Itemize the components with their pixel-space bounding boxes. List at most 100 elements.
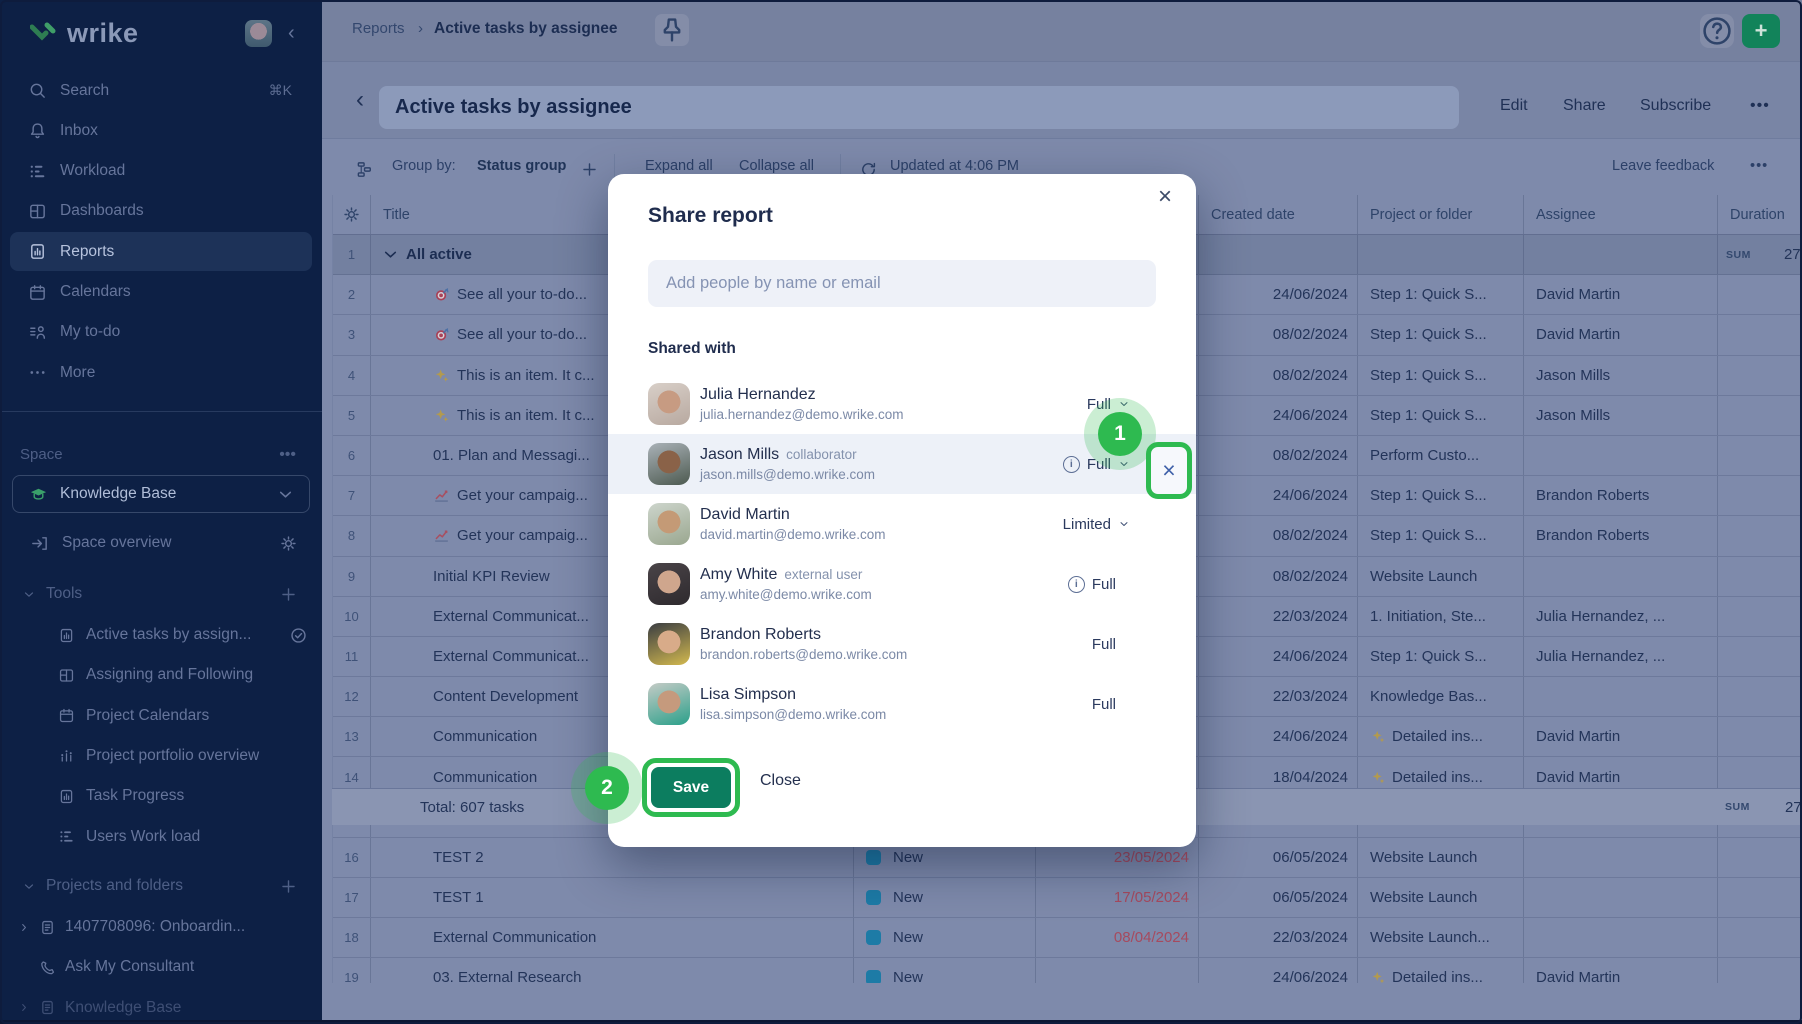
title-cell[interactable]: TEST 1 — [371, 878, 854, 917]
column-header-duration[interactable]: Duration — [1718, 195, 1802, 234]
subscribe-button[interactable]: Subscribe — [1640, 97, 1711, 115]
assignee-cell: David Martin — [1524, 958, 1718, 983]
task-title: This is an item. It c... — [457, 407, 595, 424]
collapse-all-button[interactable]: Collapse all — [739, 158, 814, 174]
close-button[interactable]: Close — [760, 772, 801, 790]
sidebar-item-reports[interactable]: Reports — [10, 232, 312, 271]
created-date: 08/02/2024 — [1273, 568, 1348, 585]
status-color-square — [866, 890, 881, 905]
permission-dropdown[interactable]: Limited — [1063, 494, 1130, 554]
leave-feedback-link[interactable]: Leave feedback — [1612, 158, 1714, 174]
assignee-cell — [1524, 557, 1718, 596]
assignee-cell — [1524, 436, 1718, 475]
plus-icon[interactable] — [279, 585, 298, 604]
portfolio-icon — [58, 746, 75, 765]
column-header-project-or-folder[interactable]: Project or folder — [1358, 195, 1524, 234]
sidebar-item-space-overview[interactable]: Space overview — [0, 524, 322, 562]
projects-section[interactable]: Projects and folders — [0, 867, 322, 905]
sidebar-tool-assigning-and-following[interactable]: Assigning and Following — [58, 656, 322, 694]
assignee-name: Julia Hernandez, ... — [1536, 648, 1665, 665]
chart-icon — [433, 526, 450, 545]
task-title: This is an item. It c... — [457, 367, 595, 384]
table-row[interactable]: 1903. External ResearchNew24/06/2024Deta… — [333, 958, 1802, 983]
sidebar-project-1407708096-onboardin-[interactable]: 1407708096: Onboardin... — [18, 908, 322, 946]
title-cell[interactable]: External Communication — [371, 918, 854, 957]
created-date-cell: 22/03/2024 — [1199, 677, 1358, 716]
table-row[interactable]: 17TEST 1New17/05/202406/05/2024Website L… — [333, 878, 1802, 918]
sidebar-item-workload[interactable]: Workload — [10, 152, 312, 191]
assignee-cell: David Martin — [1524, 315, 1718, 354]
gear-icon[interactable] — [279, 534, 298, 553]
table-row[interactable]: 18External CommunicationNew08/04/202422/… — [333, 918, 1802, 958]
sidebar-item-inbox[interactable]: Inbox — [10, 111, 312, 150]
permission-dropdown[interactable]: Full — [1092, 614, 1116, 674]
sidebar-item-calendars[interactable]: Calendars — [10, 273, 312, 312]
collapse-group-icon[interactable] — [381, 245, 400, 264]
project-cell: Website Launch — [1358, 878, 1524, 917]
sidebar-item-search[interactable]: Search⌘K — [10, 71, 312, 110]
sidebar-project-ask-my-consultant[interactable]: Ask My Consultant — [18, 948, 322, 986]
created-date-cell: 08/02/2024 — [1199, 315, 1358, 354]
sidebar-divider — [0, 411, 322, 412]
sidebar-item-dashboards[interactable]: Dashboards — [10, 192, 312, 231]
user-avatar[interactable] — [245, 20, 272, 47]
row-number: 19 — [333, 958, 371, 983]
annotation-step-1: 1 — [1098, 412, 1142, 456]
remove-access-button[interactable]: × — [1146, 442, 1192, 499]
edit-button[interactable]: Edit — [1500, 97, 1528, 115]
report-title-input[interactable]: Active tasks by assignee — [379, 86, 1459, 129]
table-settings[interactable] — [333, 195, 371, 234]
user-email: julia.hernandez@demo.wrike.com — [700, 407, 904, 422]
add-people-input[interactable] — [648, 260, 1156, 307]
sidebar-tool-project-portfolio-overview[interactable]: Project portfolio overview — [58, 737, 322, 775]
project-name: 1. Initiation, Ste... — [1370, 608, 1486, 625]
sidebar-tool-active-tasks-by-assign-[interactable]: Active tasks by assign... — [58, 616, 322, 654]
assignee-cell — [1524, 677, 1718, 716]
save-button[interactable]: Save — [651, 767, 731, 808]
space-more-icon[interactable]: ••• — [279, 446, 296, 464]
duration-cell — [1718, 597, 1802, 636]
due-date-cell: 17/05/2024 — [1036, 878, 1199, 917]
plus-icon[interactable] — [279, 877, 298, 896]
toolbar-more-icon[interactable]: ••• — [1750, 158, 1768, 174]
sidebar-item-my-to-do[interactable]: My to-do — [10, 313, 312, 352]
more-actions-icon[interactable]: ••• — [1750, 97, 1770, 115]
close-dialog-icon[interactable]: × — [1150, 182, 1180, 212]
title-cell[interactable]: 03. External Research — [371, 958, 854, 983]
pin-icon[interactable] — [655, 14, 689, 46]
column-header-assignee[interactable]: Assignee — [1524, 195, 1718, 234]
search-icon — [28, 81, 47, 100]
collapse-sidebar-icon[interactable]: ‹ — [288, 22, 295, 45]
assignee-cell — [1524, 838, 1718, 877]
sidebar-tool-task-progress[interactable]: Task Progress — [58, 777, 322, 815]
duration-cell — [1718, 878, 1802, 917]
tools-section[interactable]: Tools — [0, 575, 322, 613]
sidebar-tool-project-calendars[interactable]: Project Calendars — [58, 697, 322, 735]
wrike-logo[interactable]: wrike — [30, 18, 139, 49]
help-icon[interactable] — [1700, 14, 1734, 48]
permission-dropdown[interactable]: Full — [1092, 674, 1116, 734]
expand-all-button[interactable]: Expand all — [645, 158, 713, 174]
sparkle-icon — [433, 366, 450, 385]
create-new-button[interactable]: + — [1742, 14, 1780, 48]
shared-user-row: Brandon Roberts brandon.roberts@demo.wri… — [608, 614, 1196, 674]
space-selector[interactable]: Knowledge Base — [12, 475, 310, 513]
sidebar-tool-users-work-load[interactable]: Users Work load — [58, 818, 322, 856]
sidebar-item-more[interactable]: More — [10, 353, 312, 392]
duration-cell — [1718, 315, 1802, 354]
breadcrumb-root[interactable]: Reports — [352, 20, 405, 37]
share-button[interactable]: Share — [1563, 97, 1606, 115]
table-settings-gear-icon[interactable] — [342, 205, 361, 224]
row-number: 12 — [333, 677, 371, 716]
add-group-icon[interactable] — [580, 160, 599, 179]
due-date: 23/05/2024 — [1114, 849, 1189, 866]
space-overview-icon — [30, 534, 49, 553]
sidebar-project-knowledge-base[interactable]: Knowledge Base — [18, 989, 322, 1020]
permission-dropdown[interactable]: iFull — [1068, 554, 1116, 614]
status-cell: New — [854, 958, 1036, 983]
calendar-icon — [28, 283, 47, 302]
duration-cell — [1718, 476, 1802, 515]
column-header-created-date[interactable]: Created date — [1199, 195, 1358, 234]
back-chevron-icon[interactable]: ‹ — [356, 86, 364, 114]
group-by-value[interactable]: Status group — [477, 158, 566, 174]
